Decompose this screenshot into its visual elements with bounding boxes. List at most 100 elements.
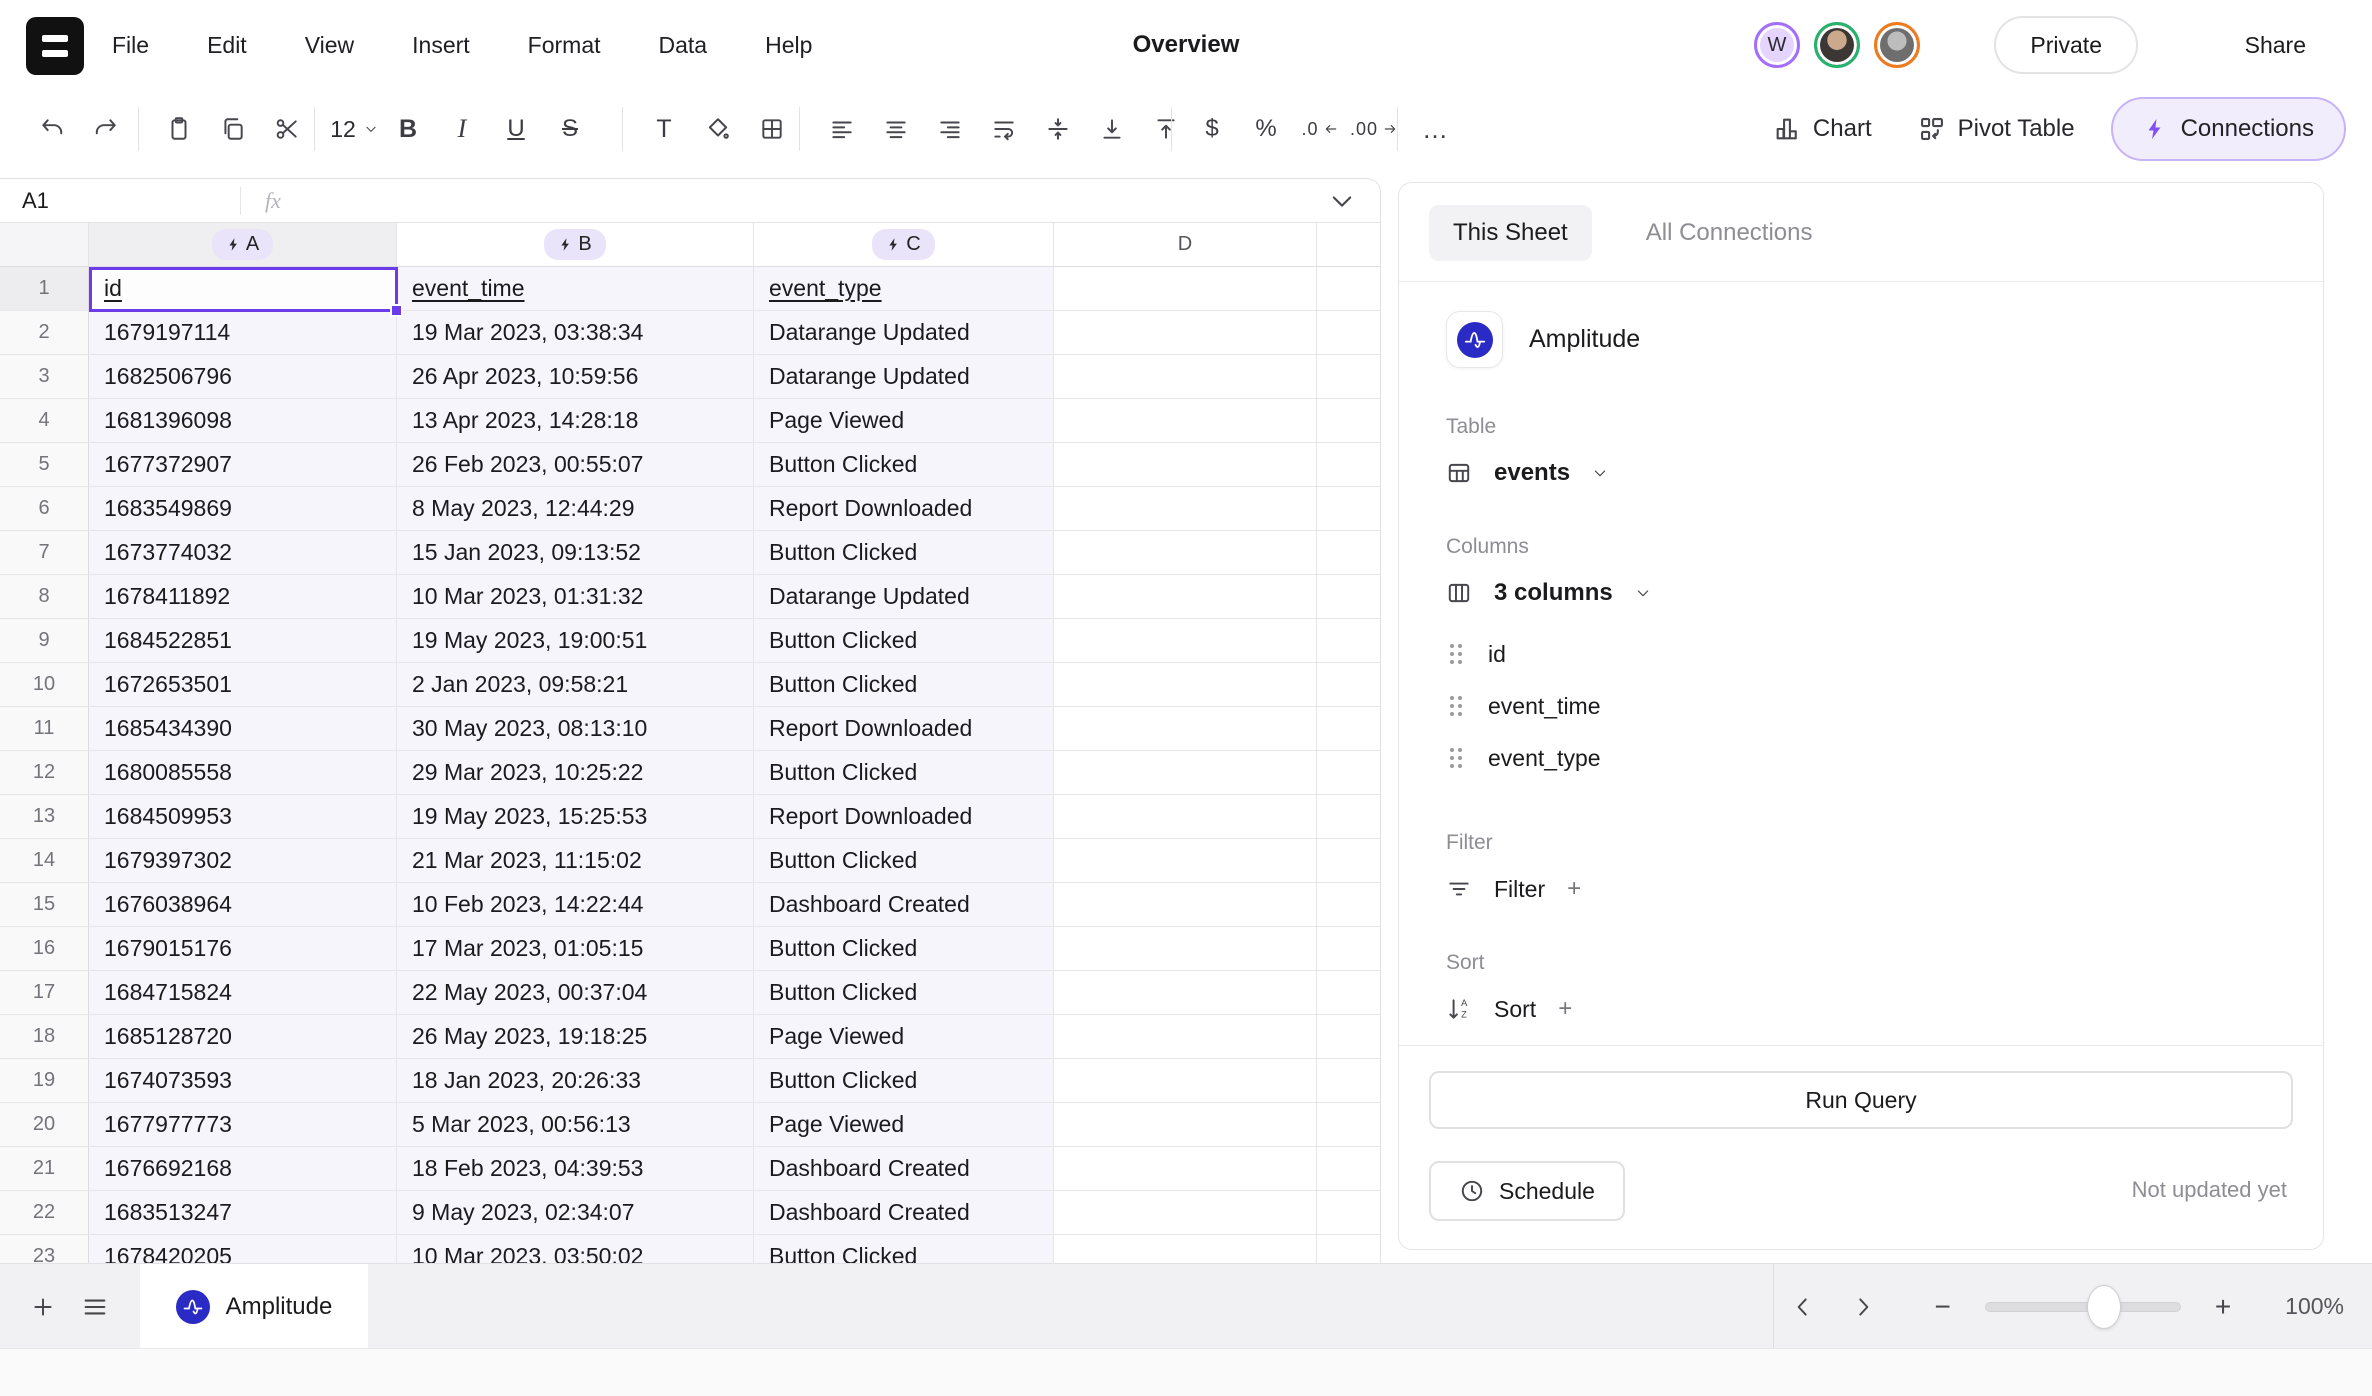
grid-cell-empty[interactable] <box>1317 619 1381 663</box>
grid-cell-empty[interactable] <box>1317 971 1381 1015</box>
grid-cell-empty[interactable] <box>1317 1147 1381 1191</box>
grid-cell[interactable]: Button Clicked <box>754 971 1054 1015</box>
row-number[interactable]: 17 <box>0 971 89 1015</box>
align-left-button[interactable] <box>818 103 866 155</box>
formula-bar-chevron-icon[interactable] <box>1328 187 1356 215</box>
more-options-button[interactable]: … <box>1412 103 1460 155</box>
grid-cell[interactable]: 1683513247 <box>89 1191 397 1235</box>
grid-cell[interactable]: Dashboard Created <box>754 1147 1054 1191</box>
row-number[interactable]: 14 <box>0 839 89 883</box>
row-number[interactable]: 3 <box>0 355 89 399</box>
row-number[interactable]: 6 <box>0 487 89 531</box>
grid-cell[interactable]: 1684509953 <box>89 795 397 839</box>
zoom-slider[interactable] <box>1985 1302 2181 1312</box>
row-number[interactable]: 7 <box>0 531 89 575</box>
grid-cell[interactable]: 1678411892 <box>89 575 397 619</box>
grid-cell[interactable]: 1684522851 <box>89 619 397 663</box>
column-header-b[interactable]: B <box>397 223 754 267</box>
grid-cell[interactable]: Datarange Updated <box>754 355 1054 399</box>
grid-cell-empty[interactable] <box>1317 575 1381 619</box>
zoom-in-button[interactable]: + <box>2215 1291 2231 1323</box>
columns-selector[interactable]: 3 columns <box>1446 579 1651 607</box>
menu-item-edit[interactable]: Edit <box>207 32 247 59</box>
grid-cell[interactable]: Button Clicked <box>754 531 1054 575</box>
grid-cell[interactable]: 1680085558 <box>89 751 397 795</box>
grid-cell[interactable]: Report Downloaded <box>754 795 1054 839</box>
grid-cell[interactable]: 1672653501 <box>89 663 397 707</box>
grid-cell-empty[interactable] <box>1054 971 1317 1015</box>
grid-cell[interactable]: Button Clicked <box>754 663 1054 707</box>
row-number[interactable]: 4 <box>0 399 89 443</box>
grid-cell-empty[interactable] <box>1054 663 1317 707</box>
grid-cell-empty[interactable] <box>1317 1015 1381 1059</box>
grid-cell-empty[interactable] <box>1054 883 1317 927</box>
grid-cell[interactable]: 10 Feb 2023, 14:22:44 <box>397 883 754 927</box>
row-number[interactable]: 21 <box>0 1147 89 1191</box>
menu-item-data[interactable]: Data <box>659 32 708 59</box>
grid-cell[interactable]: Button Clicked <box>754 443 1054 487</box>
grid-cell[interactable]: 10 Mar 2023, 01:31:32 <box>397 575 754 619</box>
grid-cell-empty[interactable] <box>1054 399 1317 443</box>
increase-decimals-button[interactable]: .00 <box>1350 103 1398 155</box>
grid-cell[interactable]: 5 Mar 2023, 00:56:13 <box>397 1103 754 1147</box>
grid-cell-empty[interactable] <box>1054 839 1317 883</box>
column-item-event-time[interactable]: event_time <box>1446 693 1601 720</box>
grid-cell-empty[interactable] <box>1317 487 1381 531</box>
row-number[interactable]: 2 <box>0 311 89 355</box>
fill-color-button[interactable] <box>694 103 742 155</box>
grid-cell[interactable]: 1683549869 <box>89 487 397 531</box>
grid-cell[interactable]: 2 Jan 2023, 09:58:21 <box>397 663 754 707</box>
grid-cell-empty[interactable] <box>1054 927 1317 971</box>
paste-button[interactable] <box>155 103 203 155</box>
grid-cell[interactable]: Button Clicked <box>754 751 1054 795</box>
grid-cell-empty[interactable] <box>1317 1103 1381 1147</box>
grid-cell-empty[interactable] <box>1317 707 1381 751</box>
grid-cell[interactable]: Button Clicked <box>754 1059 1054 1103</box>
schedule-button[interactable]: Schedule <box>1429 1161 1625 1221</box>
grid-cell-empty[interactable] <box>1317 663 1381 707</box>
zoom-slider-thumb[interactable] <box>2087 1285 2121 1329</box>
row-number[interactable]: 1 <box>0 267 89 311</box>
grid-cell-empty[interactable] <box>1317 1235 1381 1263</box>
grid-cell-empty[interactable] <box>1317 795 1381 839</box>
align-right-button[interactable] <box>926 103 974 155</box>
grid-cell-empty[interactable] <box>1317 1191 1381 1235</box>
zoom-out-button[interactable]: − <box>1934 1291 1950 1323</box>
undo-button[interactable] <box>28 103 76 155</box>
row-number[interactable]: 22 <box>0 1191 89 1235</box>
connections-button[interactable]: Connections <box>2111 97 2346 161</box>
grid-cell-empty[interactable] <box>1054 1015 1317 1059</box>
grid-cell[interactable]: 1682506796 <box>89 355 397 399</box>
grid-cell[interactable]: 1673774032 <box>89 531 397 575</box>
align-center-button[interactable] <box>872 103 920 155</box>
grid-cell[interactable]: 13 Apr 2023, 14:28:18 <box>397 399 754 443</box>
grid-cell-empty[interactable] <box>1317 443 1381 487</box>
row-number[interactable]: 20 <box>0 1103 89 1147</box>
grid-cell-empty[interactable] <box>1317 839 1381 883</box>
tab-all-connections[interactable]: All Connections <box>1622 205 1837 261</box>
grid-cell[interactable]: Button Clicked <box>754 619 1054 663</box>
grid-cell[interactable]: Button Clicked <box>754 927 1054 971</box>
grid-cell-empty[interactable] <box>1317 311 1381 355</box>
sheet-list-button[interactable] <box>68 1264 122 1349</box>
corner-cell[interactable] <box>0 223 89 267</box>
avatar[interactable]: W <box>1754 22 1800 68</box>
chevron-right-icon[interactable] <box>1850 1294 1876 1320</box>
grid-cell-empty[interactable] <box>1054 267 1317 311</box>
grid-cell[interactable]: Page Viewed <box>754 399 1054 443</box>
vertical-align-middle-button[interactable] <box>1034 103 1082 155</box>
grid-cell[interactable]: 9 May 2023, 02:34:07 <box>397 1191 754 1235</box>
row-number[interactable]: 16 <box>0 927 89 971</box>
grid-cell[interactable]: 1681396098 <box>89 399 397 443</box>
grid-cell[interactable]: 1679197114 <box>89 311 397 355</box>
text-color-button[interactable]: T <box>640 103 688 155</box>
grid-cell[interactable]: event_time <box>397 267 754 311</box>
grid-cell-empty[interactable] <box>1317 883 1381 927</box>
grid-cell[interactable]: id <box>89 267 397 311</box>
decrease-decimals-button[interactable]: .0 <box>1296 103 1344 155</box>
grid-cell-empty[interactable] <box>1054 1191 1317 1235</box>
grid-cell[interactable]: Button Clicked <box>754 839 1054 883</box>
row-number[interactable]: 18 <box>0 1015 89 1059</box>
grid-cell[interactable]: 1685434390 <box>89 707 397 751</box>
grid-cell-empty[interactable] <box>1054 443 1317 487</box>
